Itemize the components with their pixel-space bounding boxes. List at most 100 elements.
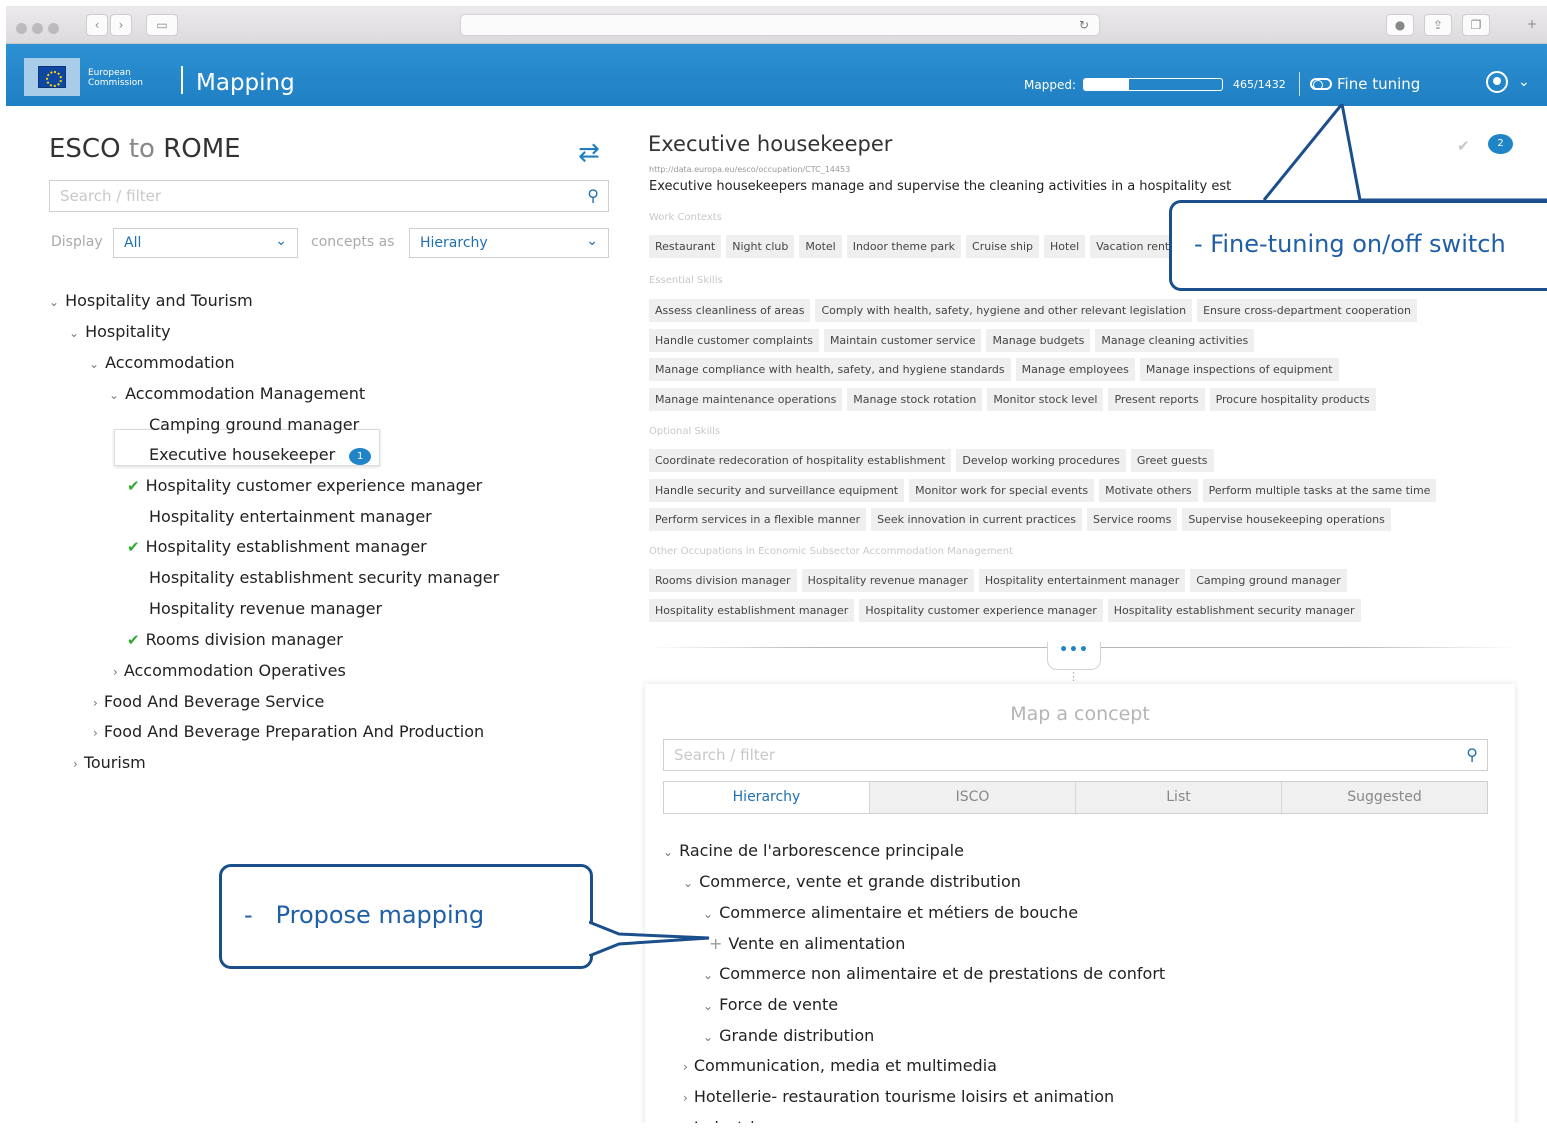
concept-chip[interactable]: Motivate others bbox=[1099, 478, 1198, 502]
concept-chip[interactable]: Hospitality revenue manager bbox=[801, 569, 974, 592]
chevron-down-icon[interactable]: ⌄ bbox=[703, 1030, 713, 1044]
tree-item[interactable]: ⌄ Commerce alimentaire et métiers de bouc… bbox=[703, 903, 1078, 922]
tree-item[interactable]: + Vente en alimentation bbox=[709, 934, 905, 953]
concept-chip[interactable]: Seek innovation in current practices bbox=[871, 508, 1082, 531]
tab-suggested[interactable]: Suggested bbox=[1281, 782, 1487, 813]
more-icon[interactable]: ••• bbox=[1047, 642, 1101, 670]
chevron-right-icon[interactable]: › bbox=[683, 1060, 688, 1074]
chevron-right-icon[interactable]: › bbox=[683, 1122, 688, 1123]
concept-chip[interactable]: Night club bbox=[726, 235, 795, 258]
fine-tuning-toggle[interactable]: Fine tuning bbox=[1310, 75, 1420, 93]
display-select[interactable]: All ⌄ bbox=[113, 228, 298, 258]
tree-item[interactable]: Executive housekeeper 1 bbox=[149, 445, 372, 465]
concept-chip[interactable]: Restaurant bbox=[649, 235, 722, 258]
concept-chip[interactable]: Handle customer complaints bbox=[649, 328, 819, 352]
tree-item[interactable]: ✔ Rooms division manager bbox=[127, 630, 343, 649]
search-icon[interactable]: ⚲ bbox=[1466, 745, 1478, 764]
concept-chip[interactable]: Develop working procedures bbox=[956, 449, 1126, 472]
tab-list[interactable]: List bbox=[1075, 782, 1281, 813]
concept-chip[interactable]: Comply with health, safety, hygiene and … bbox=[815, 299, 1193, 322]
chevron-down-icon[interactable]: ⌄ bbox=[89, 357, 99, 371]
view-select[interactable]: Hierarchy ⌄ bbox=[409, 228, 609, 258]
chevron-right-icon[interactable]: › bbox=[683, 1091, 688, 1105]
chevron-down-icon[interactable]: ⌄ bbox=[1518, 74, 1530, 90]
tree-item[interactable]: ⌄ Commerce non alimentaire et de prestati… bbox=[703, 964, 1165, 983]
tree-item[interactable]: ⌄ Force de vente bbox=[703, 995, 838, 1014]
concept-chip[interactable]: Indoor theme park bbox=[846, 235, 962, 258]
tree-item[interactable]: › Accommodation Operatives bbox=[113, 661, 346, 680]
concept-chip[interactable]: Present reports bbox=[1108, 388, 1205, 412]
tree-item[interactable]: › Food And Beverage Preparation And Produ… bbox=[93, 722, 484, 741]
extension-icon[interactable]: ● bbox=[1386, 14, 1414, 36]
concept-chip[interactable]: Hospitality establishment security manag… bbox=[1107, 599, 1361, 622]
tree-item[interactable]: › Hotellerie- restauration tourisme loisi… bbox=[683, 1087, 1114, 1106]
chevron-down-icon[interactable]: ⌄ bbox=[683, 876, 693, 890]
concept-chip[interactable]: Manage cleaning activities bbox=[1095, 328, 1255, 352]
map-search-input[interactable]: Search / filter ⚲ bbox=[663, 739, 1488, 771]
search-icon[interactable]: ⚲ bbox=[587, 186, 599, 205]
concept-chip[interactable]: Manage budgets bbox=[986, 328, 1091, 352]
tree-item[interactable]: › Industrie bbox=[683, 1118, 764, 1123]
chevron-down-icon[interactable]: ⌄ bbox=[703, 999, 713, 1013]
tree-item[interactable]: ⌄ Accommodation bbox=[89, 353, 235, 372]
tree-item[interactable]: Camping ground manager bbox=[149, 415, 359, 434]
tab-isco[interactable]: ISCO bbox=[869, 782, 1075, 813]
swap-icon[interactable]: ⇄ bbox=[578, 138, 600, 168]
chevron-right-icon[interactable]: › bbox=[113, 665, 118, 679]
concept-chip[interactable]: Monitor stock level bbox=[987, 388, 1104, 412]
concept-chip[interactable]: Camping ground manager bbox=[1190, 569, 1347, 592]
concept-chip[interactable]: Manage employees bbox=[1015, 358, 1135, 382]
concept-chip[interactable]: Cruise ship bbox=[966, 235, 1039, 258]
tree-item[interactable]: Hospitality revenue manager bbox=[149, 599, 382, 618]
concept-chip[interactable]: Monitor work for special events bbox=[909, 478, 1095, 502]
comment-badge-icon[interactable]: 1 bbox=[349, 448, 372, 465]
user-icon[interactable] bbox=[1486, 71, 1508, 93]
chevron-right-icon[interactable]: › bbox=[93, 726, 98, 740]
concept-chip[interactable]: Hospitality entertainment manager bbox=[978, 569, 1186, 592]
concept-chip[interactable]: Greet guests bbox=[1130, 449, 1214, 472]
reload-icon[interactable]: ↻ bbox=[1079, 18, 1089, 32]
concept-chip[interactable]: Manage stock rotation bbox=[847, 388, 983, 412]
tree-item[interactable]: ⌄ Grande distribution bbox=[703, 1026, 874, 1045]
chevron-down-icon[interactable]: ⌄ bbox=[49, 295, 59, 309]
concept-chip[interactable]: Maintain customer service bbox=[823, 328, 982, 352]
address-bar[interactable]: ↻ bbox=[460, 14, 1100, 36]
tree-item[interactable]: › Tourism bbox=[73, 753, 146, 772]
occupation-uri[interactable]: http://data.europa.eu/esco/occupation/CT… bbox=[649, 165, 850, 174]
concept-chip[interactable]: Perform multiple tasks at the same time bbox=[1202, 478, 1437, 502]
concept-chip[interactable]: Handle security and surveillance equipme… bbox=[649, 478, 905, 502]
tree-item[interactable]: ⌄ Commerce, vente et grande distribution bbox=[683, 872, 1021, 891]
tree-item[interactable]: ⌄ Racine de l'arborescence principale bbox=[663, 841, 964, 860]
tree-item[interactable]: ⌄ Hospitality and Tourism bbox=[49, 291, 253, 310]
tree-item[interactable]: ✔ Hospitality establishment manager bbox=[127, 537, 427, 556]
forward-icon[interactable]: › bbox=[110, 14, 132, 36]
concept-chip[interactable]: Manage maintenance operations bbox=[649, 388, 843, 412]
concept-chip[interactable]: Hospitality customer experience manager bbox=[859, 599, 1103, 622]
concept-chip[interactable]: Manage inspections of equipment bbox=[1139, 358, 1339, 382]
tree-item[interactable]: Hospitality establishment security manag… bbox=[149, 568, 499, 587]
concept-chip[interactable]: Supervise housekeeping operations bbox=[1182, 508, 1391, 531]
concept-chip[interactable]: Procure hospitality products bbox=[1209, 388, 1376, 412]
chevron-down-icon[interactable]: ⌄ bbox=[109, 388, 119, 402]
concept-chip[interactable]: Hotel bbox=[1044, 235, 1086, 258]
back-icon[interactable]: ‹ bbox=[86, 14, 108, 36]
concept-chip[interactable]: Hospitality establishment manager bbox=[649, 599, 855, 622]
tabs-icon[interactable]: ❐ bbox=[1462, 14, 1490, 36]
concept-chip[interactable]: Coordinate redecoration of hospitality e… bbox=[649, 449, 952, 472]
sidebar-icon[interactable]: ▭ bbox=[146, 14, 178, 36]
tree-item[interactable]: Hospitality entertainment manager bbox=[149, 507, 432, 526]
window-controls[interactable] bbox=[16, 19, 64, 38]
concept-chip[interactable]: Assess cleanliness of areas bbox=[649, 299, 811, 322]
chevron-down-icon[interactable]: ⌄ bbox=[703, 968, 713, 982]
concept-chip[interactable]: Motel bbox=[799, 235, 842, 258]
chevron-right-icon[interactable]: › bbox=[73, 757, 78, 771]
chevron-right-icon[interactable]: › bbox=[93, 696, 98, 710]
concept-chip[interactable]: Rooms division manager bbox=[649, 569, 797, 592]
concept-chip[interactable]: Ensure cross-department cooperation bbox=[1197, 299, 1417, 322]
chevron-down-icon[interactable]: ⌄ bbox=[69, 326, 79, 340]
tree-item[interactable]: › Food And Beverage Service bbox=[93, 692, 324, 711]
concept-chip[interactable]: Service rooms bbox=[1086, 508, 1178, 531]
tree-item[interactable]: ⌄ Accommodation Management bbox=[109, 384, 365, 403]
concept-chip[interactable]: Perform services in a flexible manner bbox=[649, 508, 867, 531]
concept-chip[interactable]: Manage compliance with health, safety, a… bbox=[649, 358, 1011, 382]
